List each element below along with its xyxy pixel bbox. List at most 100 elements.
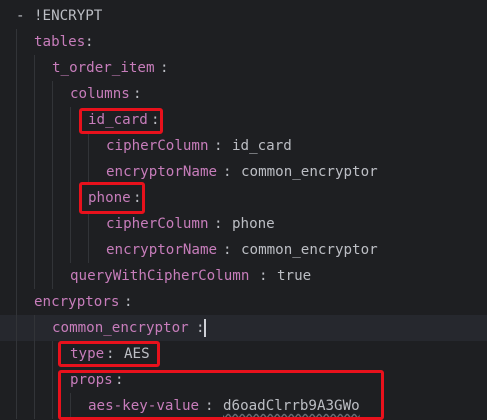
indent-guide [70,133,71,159]
code-line-6[interactable]: cipherColumn : id_card [0,133,487,159]
indent-guide [16,341,17,367]
yaml-key-encryptor-name: encryptorName [106,242,218,258]
indent-guide [52,211,53,237]
indent-guide [34,159,35,185]
code-line-12[interactable]: encryptors : [0,289,487,315]
yaml-key-type: type [70,346,105,362]
indent-guide [16,107,17,133]
code-line-5[interactable]: id_card : [0,107,487,133]
indent-guide [34,55,35,81]
yaml-value-phone: phone [232,216,275,232]
yaml-key-common-encryptor: common_encryptor [52,320,189,336]
indent-guide [52,107,53,133]
yaml-key-props: props [70,372,113,388]
yaml-tag: !ENCRYPT [34,8,103,24]
indent-guide [52,133,53,159]
code-line-1[interactable]: - !ENCRYPT [0,3,487,29]
colon: : [223,164,241,180]
indent-guide [52,185,53,211]
colon: : [151,112,160,128]
yaml-value-true: true [277,268,312,284]
code-line-9[interactable]: cipherColumn : phone [0,211,487,237]
code-line-7[interactable]: encryptorName : common_encryptor [0,159,487,185]
code-line-11[interactable]: queryWithCipherColumn : true [0,263,487,289]
indent-guide [34,315,35,341]
colon: : [115,372,124,388]
indent-guide [52,237,53,263]
indent-guide [16,55,17,81]
colon: : [124,294,133,310]
indent-guide [34,211,35,237]
indent-guide [88,211,89,237]
code-line-14[interactable]: type : AES [0,341,487,367]
text-caret [204,319,206,337]
code-line-10[interactable]: encryptorName : common_encryptor [0,237,487,263]
indent-guide [16,133,17,159]
indent-guide [16,289,17,315]
colon: : [85,34,94,50]
yaml-key-cipher-column: cipherColumn [106,138,209,154]
indent-guide [16,367,17,393]
yaml-key-tables: tables [34,34,86,50]
code-line-13-current[interactable]: common_encryptor : [0,315,487,341]
indent-guide [52,81,53,107]
indent-guide [70,211,71,237]
yaml-value-common-encryptor: common_encryptor [241,164,378,180]
yaml-key-aes-key-value: aes-key-value [88,398,200,414]
indent-guide [70,237,71,263]
colon: : [160,60,169,76]
yaml-key-encryptor-name: encryptorName [106,164,218,180]
indent-guide [16,185,17,211]
colon: : [133,190,142,206]
yaml-value-common-encryptor: common_encryptor [241,242,378,258]
indent-guide [88,237,89,263]
indent-guide [16,211,17,237]
indent-guide [70,107,71,133]
indent-guide [34,393,35,419]
yaml-key-t-order-item: t_order_item [52,60,155,76]
indent-guide [52,263,53,289]
code-line-16[interactable]: aes-key-value : d6oadClrrb9A3GWo [0,393,487,419]
yaml-value-aes: AES [124,346,150,362]
yaml-key-phone: phone [88,190,131,206]
indent-guide [34,367,35,393]
indent-guide [52,393,53,419]
yaml-value-id-card: id_card [232,138,292,154]
code-line-3[interactable]: t_order_item : [0,55,487,81]
indent-guide [34,341,35,367]
code-line-4[interactable]: columns : [0,81,487,107]
indent-guide [52,367,53,393]
indent-guide [16,159,17,185]
yaml-value-aes-key: d6oadClrrb9A3GWo [223,398,360,414]
indent-guide [34,107,35,133]
yaml-key-columns: columns [70,86,130,102]
yaml-key-query-with-cipher-column: queryWithCipherColumn [70,268,250,284]
colon: : [133,86,142,102]
indent-guide [34,263,35,289]
indent-guide [88,133,89,159]
indent-guide [70,159,71,185]
code-line-15[interactable]: props : [0,367,487,393]
colon: : [214,138,232,154]
colon: : [214,216,232,232]
yaml-key-cipher-column: cipherColumn [106,216,209,232]
yaml-key-encryptors: encryptors [34,294,120,310]
colon: : [106,346,124,362]
indent-guide [34,185,35,211]
indent-guide [16,237,17,263]
indent-guide [70,185,71,211]
indent-guide [16,315,17,341]
indent-guide [88,159,89,185]
indent-guide [34,237,35,263]
indent-guide [16,263,17,289]
indent-guide [52,341,53,367]
code-editor[interactable]: - !ENCRYPT tables : t_order_item : colum… [0,0,487,420]
code-line-2[interactable]: tables : [0,29,487,55]
indent-guide [70,393,71,419]
code-line-8[interactable]: phone : [0,185,487,211]
indent-guide [16,29,17,55]
colon: : [259,268,277,284]
indent-guide [16,81,17,107]
colon: : [223,242,241,258]
indent-guide [34,133,35,159]
